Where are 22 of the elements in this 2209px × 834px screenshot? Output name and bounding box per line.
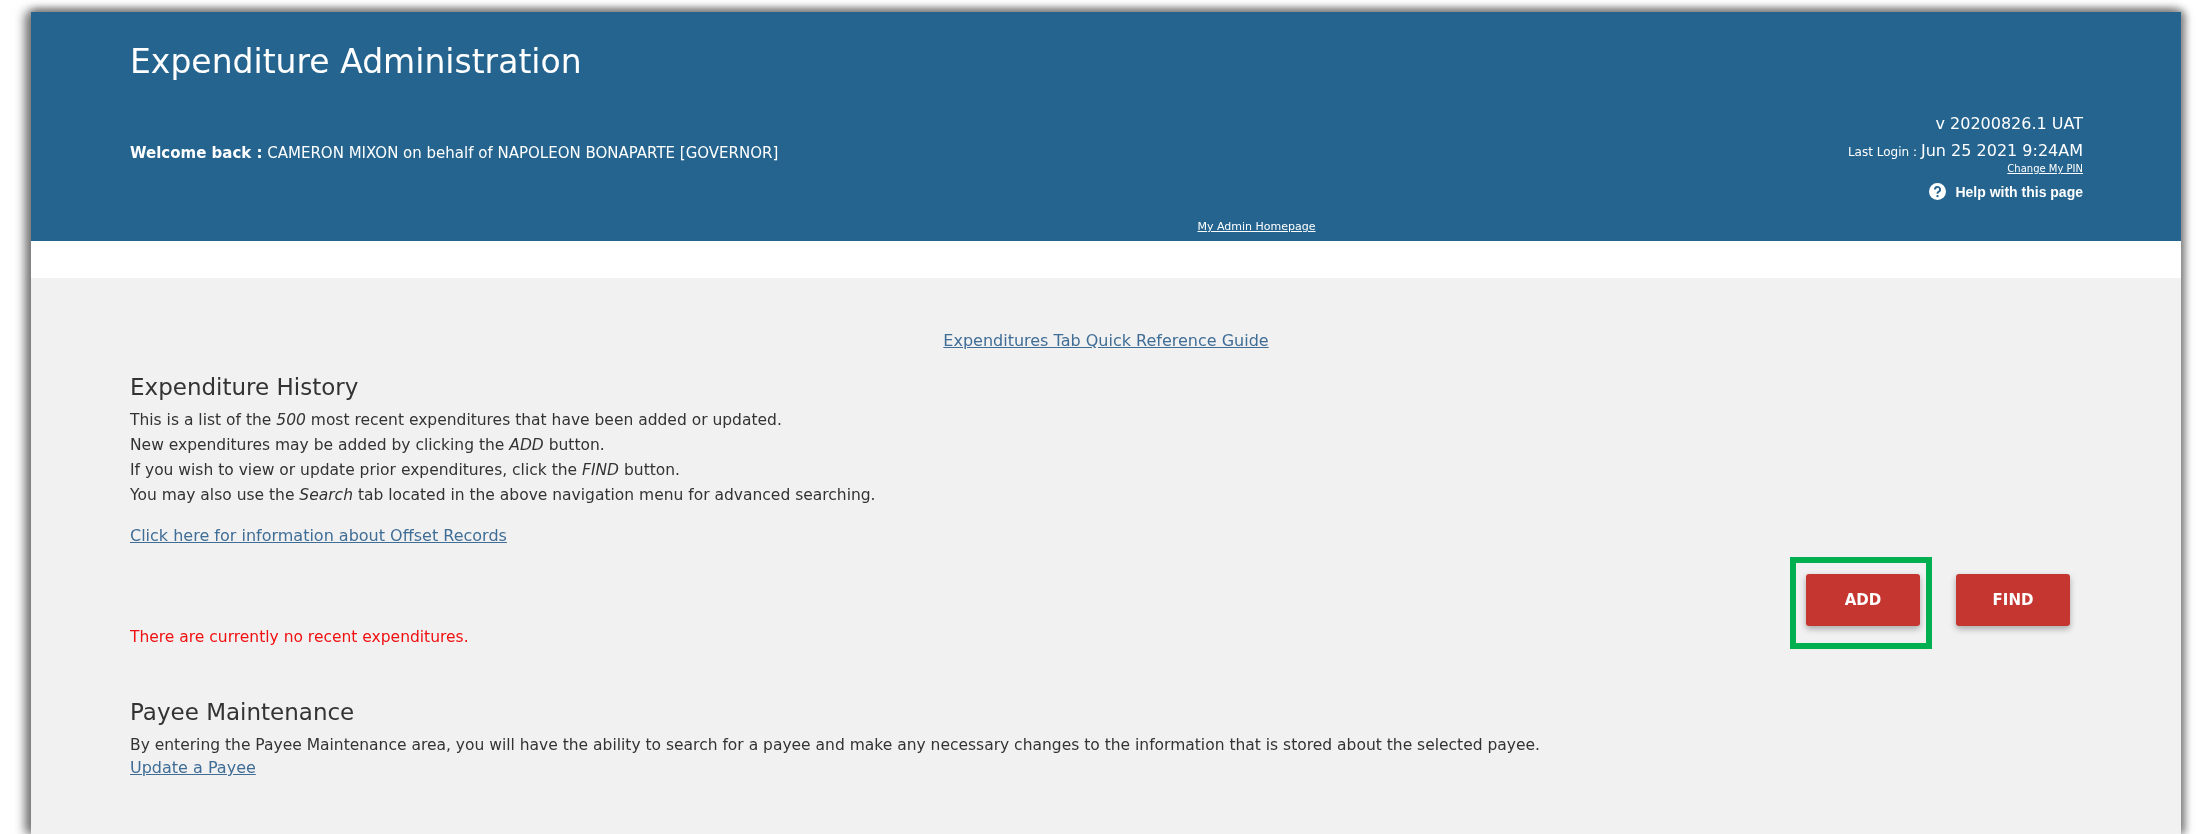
offset-records-link[interactable]: Click here for information about Offset Records	[130, 526, 507, 545]
admin-homepage-link[interactable]: My Admin Homepage	[1197, 220, 1316, 233]
section-heading: Expenditure History	[130, 374, 360, 400]
welcome-text: Welcome back : CAMERON MIXON on behalf of NAPOLEON BONAPARTE [GOVERNOR]	[130, 144, 780, 162]
help-link[interactable]: Help with this page	[1929, 183, 2083, 200]
empty-message: There are currently no recent expenditures.	[130, 628, 469, 646]
last-login-value: Jun 25 2021 9:24AM	[1921, 141, 2083, 160]
description-text: You may also use the Search tab located in the above navigation menu for advanced searching.	[130, 485, 877, 506]
last-login-label: Last Login :	[1847, 145, 1917, 159]
description-text: If you wish to view or update prior expenditures, click the FIND button.	[130, 460, 682, 481]
description-text: This is a list of the 500 most recent expenditures that have been added or updated.	[130, 410, 783, 431]
reference-guide-link[interactable]: Expenditures Tab Quick Reference Guide	[943, 331, 1269, 350]
description-text: New expenditures may be added by clicking the ADD button.	[130, 435, 606, 456]
action-button[interactable]: ADD	[1806, 574, 1920, 626]
page-title: Expenditure Administration	[130, 42, 583, 81]
action-button[interactable]: FIND	[1956, 574, 2070, 626]
update-payee-link[interactable]: Update a Payee	[130, 758, 256, 777]
help-icon	[1929, 183, 1947, 200]
description-text: By entering the Payee Maintenance area, you will have the ability to search for a payee and make any necessary changes to the information that is stored about the selected payee.	[130, 735, 1541, 756]
section-heading: Payee Maintenance	[130, 699, 356, 725]
version-text: v 20200826.1 UAT	[1935, 114, 2083, 133]
change-pin-link[interactable]: Change My PIN	[2007, 163, 2083, 174]
